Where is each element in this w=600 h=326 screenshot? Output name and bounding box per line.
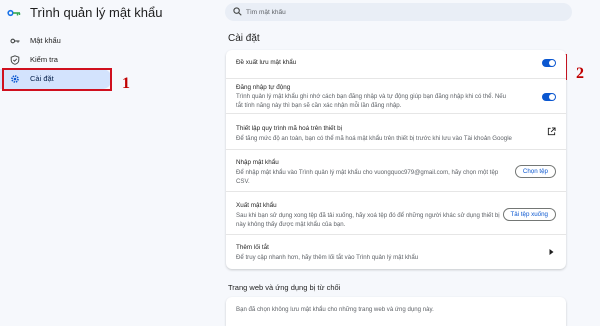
- sidebar-item-checkup[interactable]: Kiểm tra: [0, 50, 112, 70]
- offer-save-toggle[interactable]: [542, 59, 556, 67]
- callout-box-1: [2, 68, 112, 91]
- auto-signin-toggle[interactable]: [542, 93, 556, 101]
- callout-label-1: 1: [122, 75, 130, 92]
- key-icon: [10, 38, 20, 44]
- settings-card: Đề xuất lưu mật khẩu Đăng nhập tự động T…: [226, 50, 566, 269]
- app-title: Trình quản lý mật khẩu: [30, 5, 163, 20]
- choose-file-button[interactable]: Chọn tệp: [514, 165, 556, 178]
- search-input[interactable]: [246, 5, 546, 19]
- shortcut-title: Thêm lối tắt: [236, 244, 269, 251]
- auto-signin-row[interactable]: Đăng nhập tự động Trình quản lý mật khẩu…: [226, 78, 566, 113]
- shield-check-icon: [10, 55, 20, 65]
- offer-save-row[interactable]: Đề xuất lưu mật khẩu: [226, 50, 566, 78]
- sidebar-item-label: Mật khẩu: [30, 36, 61, 45]
- search-icon: [233, 7, 242, 16]
- arrow-right-icon[interactable]: [549, 249, 554, 255]
- download-file-button[interactable]: Tải tệp xuống: [502, 208, 556, 221]
- auto-signin-title: Đăng nhập tự động: [236, 84, 291, 91]
- encryption-title: Thiết lập quy trình mã hoá trên thiết bị: [236, 125, 343, 132]
- callout-label-2: 2: [576, 65, 584, 82]
- export-row: Xuất mật khẩu Sau khi bạn sử dụng xong t…: [226, 191, 566, 234]
- sidebar-item-label: Kiểm tra: [30, 55, 58, 64]
- export-description: Sau khi bạn sử dụng xong tệp đã tải xuốn…: [236, 212, 500, 228]
- shortcut-row[interactable]: Thêm lối tắt Để truy cập nhanh hơn, hãy …: [226, 234, 566, 269]
- toggle-knob: [549, 60, 555, 66]
- external-link-icon[interactable]: [547, 127, 556, 136]
- encryption-description: Để tăng mức độ an toàn, bạn có thể mã ho…: [236, 135, 512, 142]
- toggle-knob: [549, 94, 555, 100]
- blocked-sites-description: Bạn đã chọn không lưu mật khẩu cho những…: [236, 306, 434, 313]
- import-description: Để nhập mật khẩu vào Trình quản lý mật k…: [236, 169, 499, 185]
- export-title: Xuất mật khẩu: [236, 202, 277, 209]
- shortcut-description: Để truy cập nhanh hơn, hãy thêm lối tắt …: [236, 254, 419, 261]
- import-title: Nhập mật khẩu: [236, 159, 279, 166]
- blocked-sites-card: Bạn đã chọn không lưu mật khẩu cho những…: [226, 297, 566, 326]
- offer-save-title: Đề xuất lưu mật khẩu: [236, 59, 297, 66]
- password-manager-logo-icon: [7, 9, 21, 17]
- search-bar[interactable]: [225, 3, 572, 21]
- page-title: Cài đặt: [228, 33, 260, 44]
- encryption-row[interactable]: Thiết lập quy trình mã hoá trên thiết bị…: [226, 113, 566, 149]
- sidebar-item-passwords[interactable]: Mật khẩu: [0, 31, 112, 51]
- import-row: Nhập mật khẩu Để nhập mật khẩu vào Trình…: [226, 149, 566, 191]
- blocked-sites-title: Trang web và ứng dụng bị từ chối: [228, 283, 341, 292]
- auto-signin-description: Trình quản lý mật khẩu ghi nhớ cách bạn …: [236, 93, 507, 109]
